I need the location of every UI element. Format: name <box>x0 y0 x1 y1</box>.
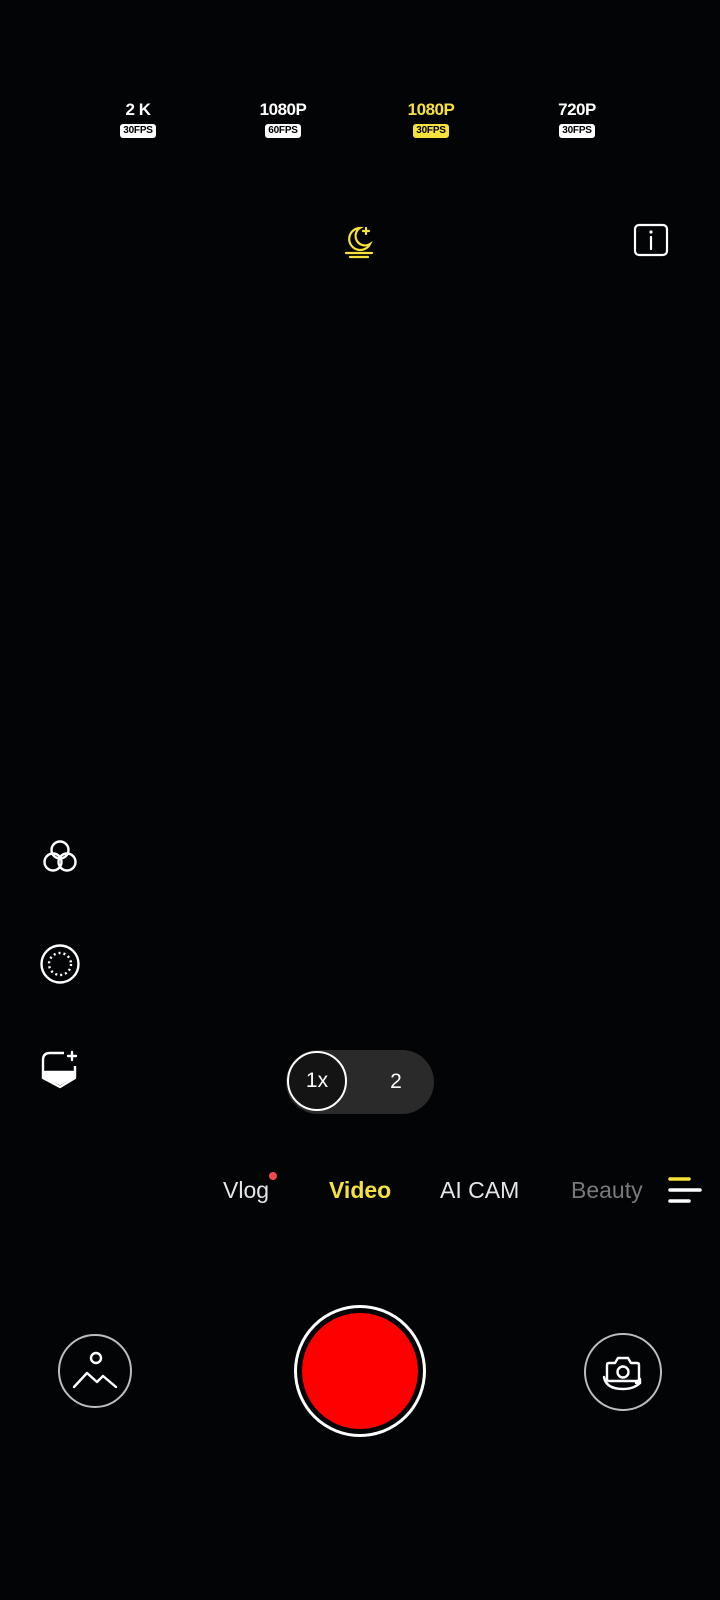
zoom-1x-button[interactable]: 1x <box>287 1051 347 1111</box>
mode-strip: Vlog Video AI CAM Beauty <box>0 1172 720 1212</box>
fps-badge: 30FPS <box>413 124 449 138</box>
mode-label: Beauty <box>571 1177 643 1203</box>
resolution-720p-30fps[interactable]: 720P 30FPS <box>537 100 617 138</box>
mode-label: Video <box>329 1177 392 1203</box>
fps-badge: 30FPS <box>120 124 156 138</box>
resolution-label: 1080P <box>407 100 455 119</box>
mode-ai-cam[interactable]: AI CAM <box>440 1172 519 1208</box>
camera-screen: 2 K 30FPS 1080P 60FPS 1080P 30FPS 720P 3… <box>0 0 720 1600</box>
resolution-label: 720P <box>558 100 596 119</box>
resolution-label: 1080P <box>259 100 307 119</box>
gallery-icon <box>72 1351 118 1389</box>
mode-beauty[interactable]: Beauty <box>571 1172 643 1208</box>
record-button-fill <box>302 1313 418 1429</box>
flip-camera-button[interactable] <box>584 1333 662 1411</box>
resolution-1080p-30fps[interactable]: 1080P 30FPS <box>391 100 471 138</box>
fps-badge: 30FPS <box>559 124 595 138</box>
resolution-label: 2 K <box>125 100 151 119</box>
gallery-button[interactable] <box>58 1334 132 1408</box>
record-button[interactable] <box>294 1305 426 1437</box>
info-icon[interactable] <box>632 222 670 260</box>
zoom-2x-button[interactable]: 2 <box>376 1050 416 1114</box>
zoom-selector: 1x 2 <box>286 1050 434 1114</box>
resolution-2k-30fps[interactable]: 2 K 30FPS <box>98 100 178 138</box>
face-beauty-icon[interactable] <box>38 1048 82 1092</box>
ring-light-icon[interactable] <box>38 942 82 986</box>
fps-badge: 60FPS <box>265 124 301 138</box>
night-mode-moon-icon[interactable] <box>340 222 378 260</box>
flip-camera-icon <box>602 1356 642 1391</box>
filters-icon[interactable] <box>38 835 82 879</box>
mode-label: AI CAM <box>440 1177 520 1203</box>
mode-label: Vlog <box>223 1177 270 1203</box>
mode-vlog[interactable]: Vlog <box>223 1172 278 1208</box>
resolution-1080p-60fps[interactable]: 1080P 60FPS <box>243 100 323 138</box>
menu-lines-icon[interactable] <box>667 1175 703 1205</box>
new-badge-dot <box>269 1172 278 1180</box>
resolution-selector: 2 K 30FPS 1080P 60FPS 1080P 30FPS 720P 3… <box>0 100 720 142</box>
mode-video[interactable]: Video <box>329 1172 391 1208</box>
